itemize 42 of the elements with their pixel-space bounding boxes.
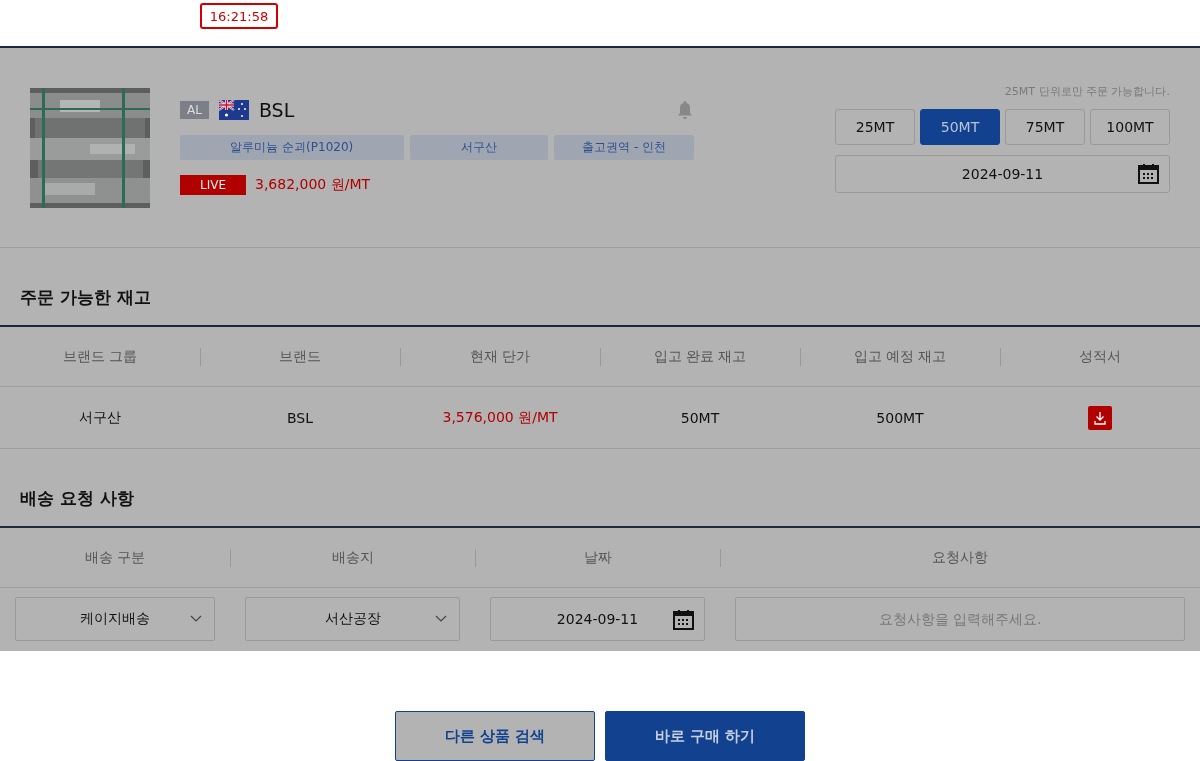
search-button[interactable]: 다른 상품 검색 <box>395 711 595 761</box>
date-field[interactable]: 2024-09-11 <box>490 597 705 641</box>
buy-button[interactable]: 바로 구매 하기 <box>605 711 805 761</box>
column-header: 브랜드 <box>200 327 400 386</box>
column-header: 날짜 <box>475 528 720 587</box>
download-icon[interactable] <box>1088 405 1112 430</box>
date-field[interactable]: 2024-09-11 <box>835 155 1170 193</box>
chevron-down-icon <box>190 615 202 623</box>
column-header: 브랜드 그룹 <box>61 346 139 366</box>
table-cell-text: 서구산 <box>78 407 122 427</box>
quantity-option[interactable]: 75MT <box>1005 109 1085 145</box>
dropdown[interactable]: 케이지배송 <box>15 597 215 641</box>
product-tag: 알루미늄 순괴(P1020) <box>180 135 404 160</box>
column-header: 배송 구분 <box>83 547 147 567</box>
live-badge: LIVE <box>180 175 246 195</box>
table-cell-text: 50MT <box>679 408 721 428</box>
column-header: 입고 완료 재고 <box>600 327 800 386</box>
quantity-option[interactable]: 25MT <box>835 109 915 145</box>
calendar-icon[interactable] <box>1138 163 1159 184</box>
column-header: 배송지 <box>230 528 475 587</box>
chevron-down-icon <box>435 615 447 623</box>
table-cell-text: 500MT <box>875 408 925 428</box>
product-tag: 서구산 <box>409 135 549 160</box>
column-header: 요청사항 <box>720 528 1200 587</box>
column-header: 성적서 <box>1000 327 1200 386</box>
table-cell-text: BSL <box>285 408 314 428</box>
column-header: 입고 예정 재고 <box>800 327 1000 386</box>
quantity-option[interactable]: 100MT <box>1090 109 1170 145</box>
request-field[interactable]: 요청사항을 입력해주세요. <box>735 597 1185 641</box>
product-tag: 출고권역 - 인천 <box>554 135 694 160</box>
calendar-icon[interactable] <box>673 609 694 630</box>
dropdown[interactable]: 서산공장 <box>245 597 460 641</box>
section-title: 주문 가능한 재고 <box>19 286 152 309</box>
product-name: BSL <box>258 99 296 121</box>
table-cell-text: 3,576,000 원/MT <box>441 407 559 427</box>
metal-badge: AL <box>180 101 209 119</box>
column-header: 현재 단가 <box>400 327 600 386</box>
section-title: 배송 요청 사항 <box>19 487 135 510</box>
live-price: 3,682,000 원/MT <box>255 176 371 194</box>
clock-timer: 16:21:58 <box>200 3 278 29</box>
flag-icon <box>218 100 249 120</box>
quantity-option[interactable]: 50MT <box>920 109 1000 145</box>
